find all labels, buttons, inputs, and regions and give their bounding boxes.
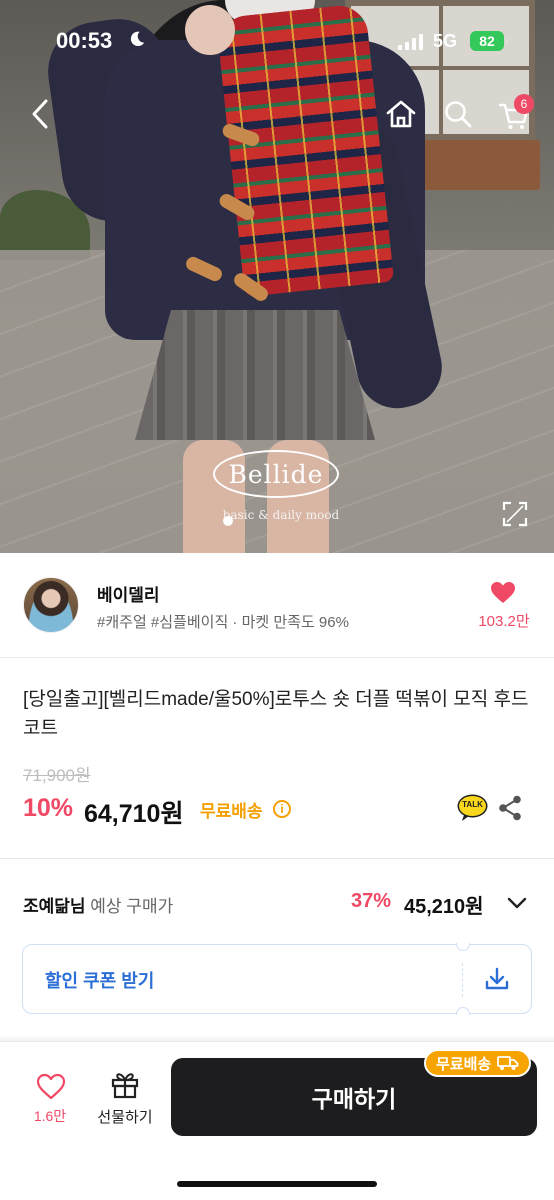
signal-icon [398,34,423,50]
home-icon [386,100,416,128]
model-scarf [215,2,395,298]
network-type: 5G [433,31,458,51]
expected-price: 45,210원 [404,896,484,918]
cart-count-badge: 6 [514,94,534,114]
section-divider [0,858,554,859]
product-image[interactable]: Bellide basic & daily mood 00:53 5G 82 6 [0,0,554,553]
free-shipping-badge-label: 무료배송 [436,1055,492,1073]
gift-icon[interactable] [110,1070,140,1100]
chevron-left-icon [32,99,48,129]
seller-tags: #캐주얼 #심플베이직 · 마켓 만족도 96% [97,614,349,631]
chevron-down-icon[interactable] [506,894,528,912]
coupon-separator [462,963,463,997]
status-time: 00:53 [56,28,113,53]
expand-icon[interactable] [501,500,529,528]
expected-discount-rate: 37% [351,890,392,912]
home-button[interactable] [383,96,419,132]
search-icon [445,101,472,128]
original-price: 71,900원 [23,766,91,785]
back-button[interactable] [22,96,58,132]
search-button[interactable] [440,96,476,132]
free-shipping-label: 무료배송 [200,802,263,821]
moon-icon [130,31,145,47]
brand-tagline: basic & daily mood [222,508,340,522]
brand-logo: Bellide [213,450,339,498]
discount-rate: 10% [23,794,74,822]
free-shipping-badge: 무료배송 [424,1049,532,1077]
model-hand [185,5,235,55]
sale-price: 64,710원 [84,800,184,828]
wish-count: 1.6만 [33,1108,67,1124]
heart-icon[interactable] [490,581,516,605]
expected-price-label: 조예닮님 예상 구매가 [23,892,173,917]
product-title: [당일출고][벨리드made/울50%]로투스 숏 더플 떡볶이 모직 후드 코… [23,689,529,739]
talk-label: TALK [462,800,483,809]
home-indicator[interactable] [177,1181,377,1187]
bottom-action-bar: 1.6만 선물하기 구매하기 무료배송 [0,1041,554,1200]
model-skirt [135,310,375,440]
seller-like-count: 103.2만 [478,613,530,630]
coupon-download-card[interactable]: 할인 쿠폰 받기 [22,943,532,1015]
seller-name[interactable]: 베이델리 [97,581,160,606]
coupon-label[interactable]: 할인 쿠폰 받기 [45,967,154,993]
seller-section[interactable]: 베이델리 #캐주얼 #심플베이직 · 마켓 만족도 96% 103.2만 [0,553,554,657]
seller-avatar[interactable] [23,577,79,633]
divider [0,657,554,658]
info-icon[interactable]: i [273,800,291,818]
brand-logo-text: Bellide [228,459,324,489]
gift-button-label[interactable]: 선물하기 [90,1106,160,1127]
heart-outline-icon[interactable] [36,1073,66,1101]
battery-level: 82 [479,33,495,49]
coupon-notch [456,1007,470,1015]
share-icon[interactable] [498,795,522,821]
coupon-notch [456,943,470,951]
download-icon[interactable] [483,965,511,993]
kakao-talk-button[interactable]: TALK [457,794,488,821]
carousel-indicator[interactable] [223,516,233,526]
buyer-name: 조예닮님 [23,897,86,916]
truck-icon [497,1056,519,1070]
expected-price-caption: 예상 구매가 [90,897,174,916]
battery-indicator: 82 [470,31,508,51]
